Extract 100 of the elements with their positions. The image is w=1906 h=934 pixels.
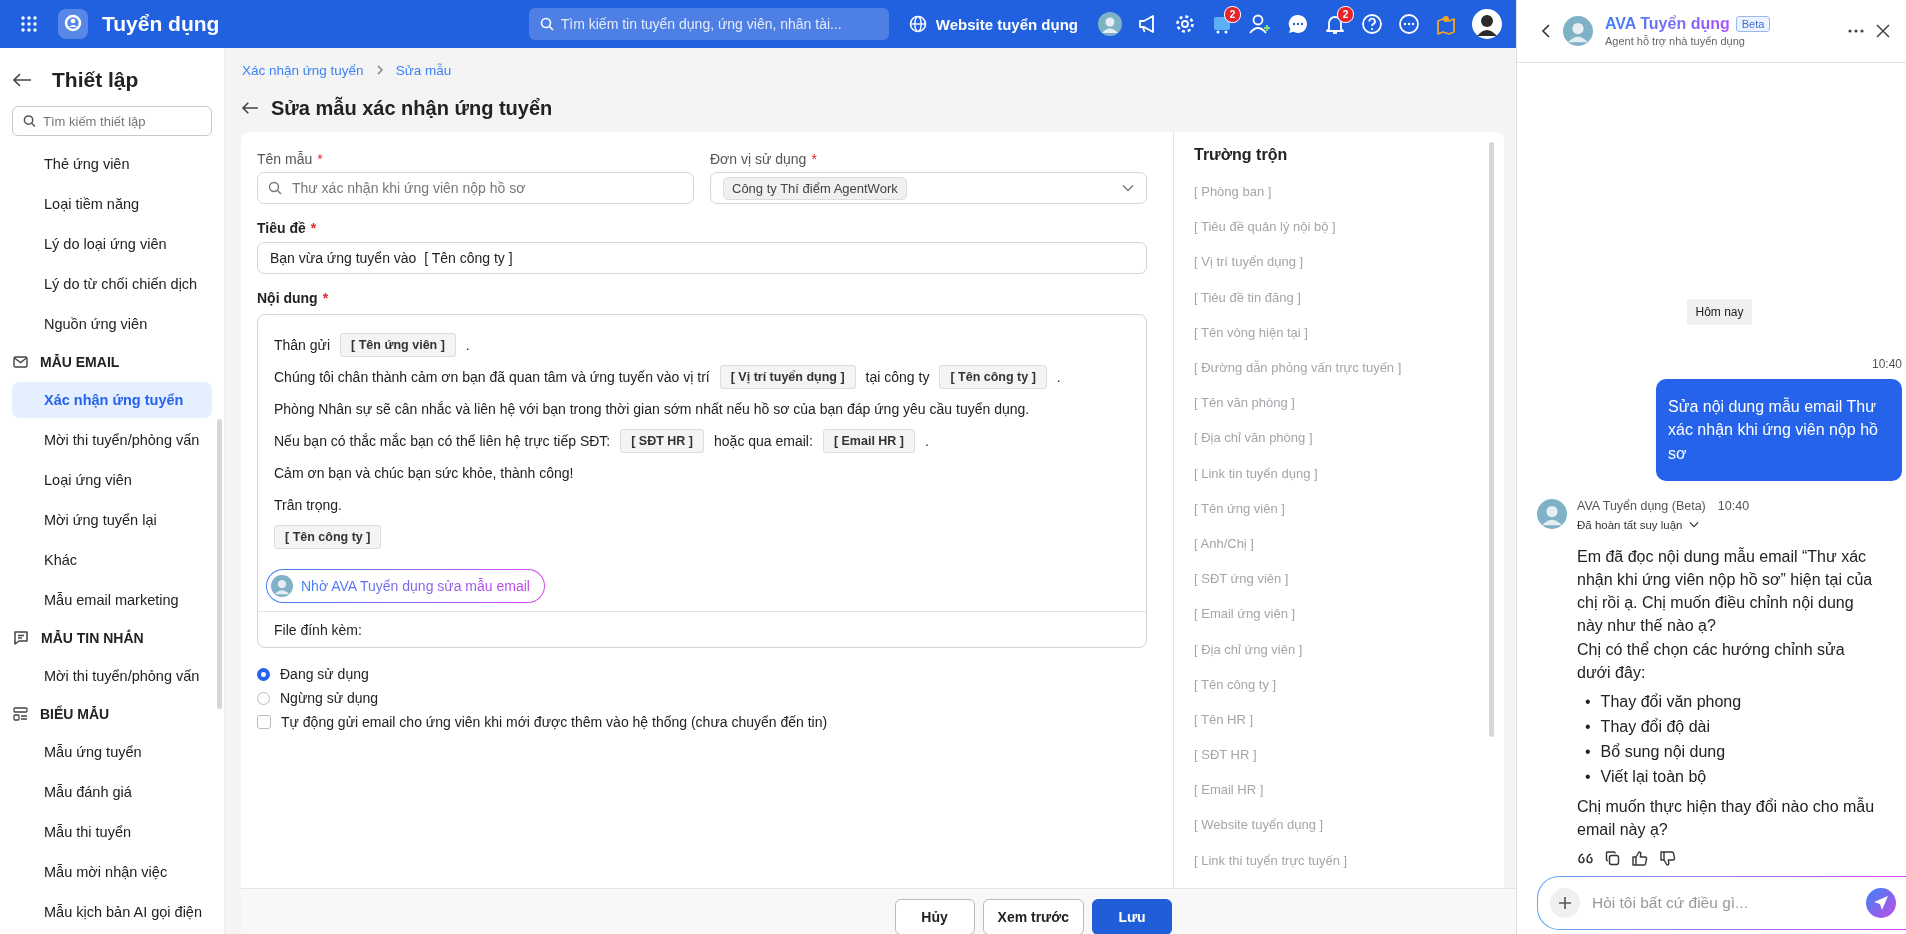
merge-field-item[interactable]: [ Địa chỉ ứng viên ] — [1194, 631, 1484, 667]
more-icon[interactable] — [1398, 13, 1420, 35]
back-arrow-icon[interactable] — [241, 101, 259, 115]
back-chevron-icon[interactable] — [1541, 24, 1551, 38]
checkbox[interactable] — [257, 715, 271, 729]
sidebar-item[interactable]: Xác nhận ứng tuyển — [12, 382, 212, 418]
merge-field-item[interactable]: [ Website tuyển dụng ] — [1194, 807, 1484, 843]
breadcrumb-link[interactable]: Sửa mẫu — [395, 62, 452, 78]
more-icon[interactable] — [1848, 29, 1864, 33]
merge-field-item[interactable]: [ Tiêu đề quản lý nội bộ ] — [1194, 209, 1484, 245]
copy-icon[interactable] — [1605, 851, 1620, 866]
sidebar-item[interactable]: Mời thi tuyển/phỏng vấn — [12, 420, 212, 460]
sidebar-item[interactable]: Mẫu thi tuyển — [12, 812, 212, 852]
bullet-marker: • — [1585, 742, 1591, 763]
close-icon[interactable] — [1876, 24, 1890, 38]
subject-field[interactable]: Bạn vừa ứng tuyển vào [ Tên công ty ] — [257, 242, 1147, 274]
sidebar-item[interactable]: Mẫu email marketing — [12, 580, 212, 620]
sidebar-item[interactable]: Mẫu mời nhận việc — [12, 852, 212, 892]
search-icon — [539, 17, 554, 31]
send-icon[interactable] — [1866, 888, 1896, 918]
page-title: Sửa mẫu xác nhận ứng tuyển — [271, 96, 553, 120]
mail-icon — [13, 356, 28, 368]
merge-field-chip: [ Vị trí tuyển dụng ] — [719, 365, 856, 389]
breadcrumb-link[interactable]: Xác nhận ứng tuyển — [242, 62, 364, 78]
unit-select[interactable]: Công ty Thí điểm AgentWork — [710, 172, 1147, 204]
merge-field-item[interactable]: [ Email ứng viên ] — [1194, 596, 1484, 632]
back-arrow-icon[interactable] — [12, 72, 32, 88]
radio-label: Đang sử dụng — [280, 666, 369, 682]
message-time: 10:40 — [1717, 498, 1750, 513]
merge-field-item[interactable]: [ SĐT HR ] — [1194, 737, 1484, 773]
chevron-down-icon — [1122, 184, 1134, 192]
merge-field-chip: [ Tên công ty ] — [274, 525, 382, 549]
merge-field-item[interactable]: [ Phòng ban ] — [1194, 174, 1484, 210]
content-editor[interactable] — [257, 314, 1147, 648]
merge-field-item[interactable]: [ Email HR ] — [1194, 772, 1484, 808]
bullet-item: Thay đổi văn phong — [1600, 691, 1742, 712]
avatar-icon — [1537, 498, 1567, 529]
merge-field-item[interactable]: [ Anh/Chị ] — [1194, 525, 1484, 562]
sidebar-item[interactable]: Mẫu đánh giá — [12, 772, 212, 812]
form-icon — [13, 706, 28, 722]
section-heading: MẪU EMAIL — [40, 354, 120, 370]
merge-fields-title: Trường trộn — [1194, 146, 1289, 164]
sidebar-item[interactable]: Lý do loại ứng viên — [12, 224, 212, 264]
email-text: . — [465, 337, 470, 353]
radio-button[interactable] — [257, 667, 270, 681]
merge-field-item[interactable]: [ Vị trí tuyển dụng ] — [1194, 244, 1484, 280]
merge-field-item[interactable]: [ Link tin tuyển dụng ] — [1194, 455, 1484, 491]
footer-button[interactable]: Xem trước — [982, 899, 1084, 934]
sidebar-item[interactable]: Mời ứng tuyển lại — [12, 500, 212, 540]
help-icon[interactable] — [1361, 13, 1383, 35]
sidebar-item[interactable]: Loại ứng viên — [12, 460, 212, 500]
bullet-marker: • — [1585, 767, 1591, 788]
email-text: hoặc qua email: — [714, 433, 813, 449]
sidebar-item[interactable]: Thẻ ứng viên — [12, 144, 212, 184]
avatar-icon[interactable] — [1098, 12, 1122, 36]
merge-field-item[interactable]: [ Địa chỉ văn phòng ] — [1194, 420, 1484, 456]
merge-field-item[interactable]: [ Tên HR ] — [1194, 701, 1484, 737]
settings-icon[interactable] — [1174, 13, 1196, 35]
merge-field-item[interactable]: [ Tên văn phòng ] — [1194, 385, 1484, 421]
email-text: Nếu bạn có thắc mắc bạn có thể liên hệ trực tiếp SĐT: — [274, 433, 611, 449]
search-field[interactable]: Tìm kiếm thiết lập — [12, 106, 212, 136]
section-heading: BIỂU MẪU — [40, 706, 110, 722]
thumbs-down-icon[interactable] — [1660, 851, 1676, 866]
thumbs-up-icon[interactable] — [1632, 851, 1648, 866]
chevron-down-icon — [1688, 521, 1699, 529]
chat-icon[interactable] — [1287, 13, 1309, 35]
website-link[interactable]: Website tuyển dụng — [908, 15, 1078, 33]
sidebar-item[interactable]: Khác — [12, 540, 212, 580]
scrollbar[interactable] — [1489, 142, 1494, 737]
field-label: Nội dung — [257, 290, 318, 306]
email-text: . — [925, 433, 929, 449]
user-add-icon[interactable] — [1248, 13, 1272, 35]
template-name-field[interactable]: Thư xác nhận khi ứng viên nộp hồ sơ — [257, 172, 694, 204]
footer-button[interactable]: Hủy — [894, 899, 975, 934]
merge-field-item[interactable]: [ Đường dẫn phỏng vấn trực tuyến ] — [1194, 349, 1484, 386]
sidebar-item[interactable]: Mời thi tuyển/phỏng vấn — [12, 656, 212, 696]
merge-field-item[interactable]: [ SĐT ứng viên ] — [1194, 561, 1484, 597]
merge-field-item[interactable]: [ Link thi tuyển trực tuyến ] — [1194, 842, 1484, 878]
add-icon[interactable] — [1550, 888, 1580, 918]
sender-name: AVA Tuyển dụng (Beta) — [1577, 498, 1706, 513]
sidebar-item[interactable]: Mẫu ứng tuyển — [12, 732, 212, 772]
user-avatar[interactable] — [1472, 9, 1502, 39]
quote-icon[interactable] — [1577, 851, 1593, 866]
reasoning-toggle[interactable]: Đã hoàn tất suy luận — [1577, 512, 1902, 531]
apps-grid-icon[interactable] — [20, 15, 38, 33]
sidebar-item[interactable]: Loại tiềm năng — [12, 184, 212, 224]
merge-field-item[interactable]: [ Tên công ty ] — [1194, 666, 1484, 702]
chat-title: AVA Tuyển dụng — [1605, 15, 1730, 33]
merge-field-item[interactable]: [ Tiêu đề tin đăng ] — [1194, 279, 1484, 315]
save-button[interactable]: Lưu — [1092, 899, 1172, 934]
sidebar-item[interactable]: Nguồn ứng viên — [12, 304, 212, 344]
merge-field-item[interactable]: [ Tên vòng hiện tại ] — [1194, 314, 1484, 350]
scrollbar[interactable] — [217, 419, 222, 709]
map-icon[interactable] — [1435, 13, 1457, 35]
sidebar-item[interactable]: Mẫu kịch bản AI gọi điện — [12, 892, 212, 932]
ai-edit-button[interactable]: Nhờ AVA Tuyển dụng sửa mẫu email — [266, 569, 545, 603]
selected-tag: Công ty Thí điểm AgentWork — [723, 176, 907, 200]
sidebar-item[interactable]: Lý do từ chối chiến dịch — [12, 264, 212, 304]
merge-field-item[interactable]: [ Tên ứng viên ] — [1194, 490, 1484, 526]
bullet-item: Viết lại toàn bộ — [1600, 767, 1707, 788]
